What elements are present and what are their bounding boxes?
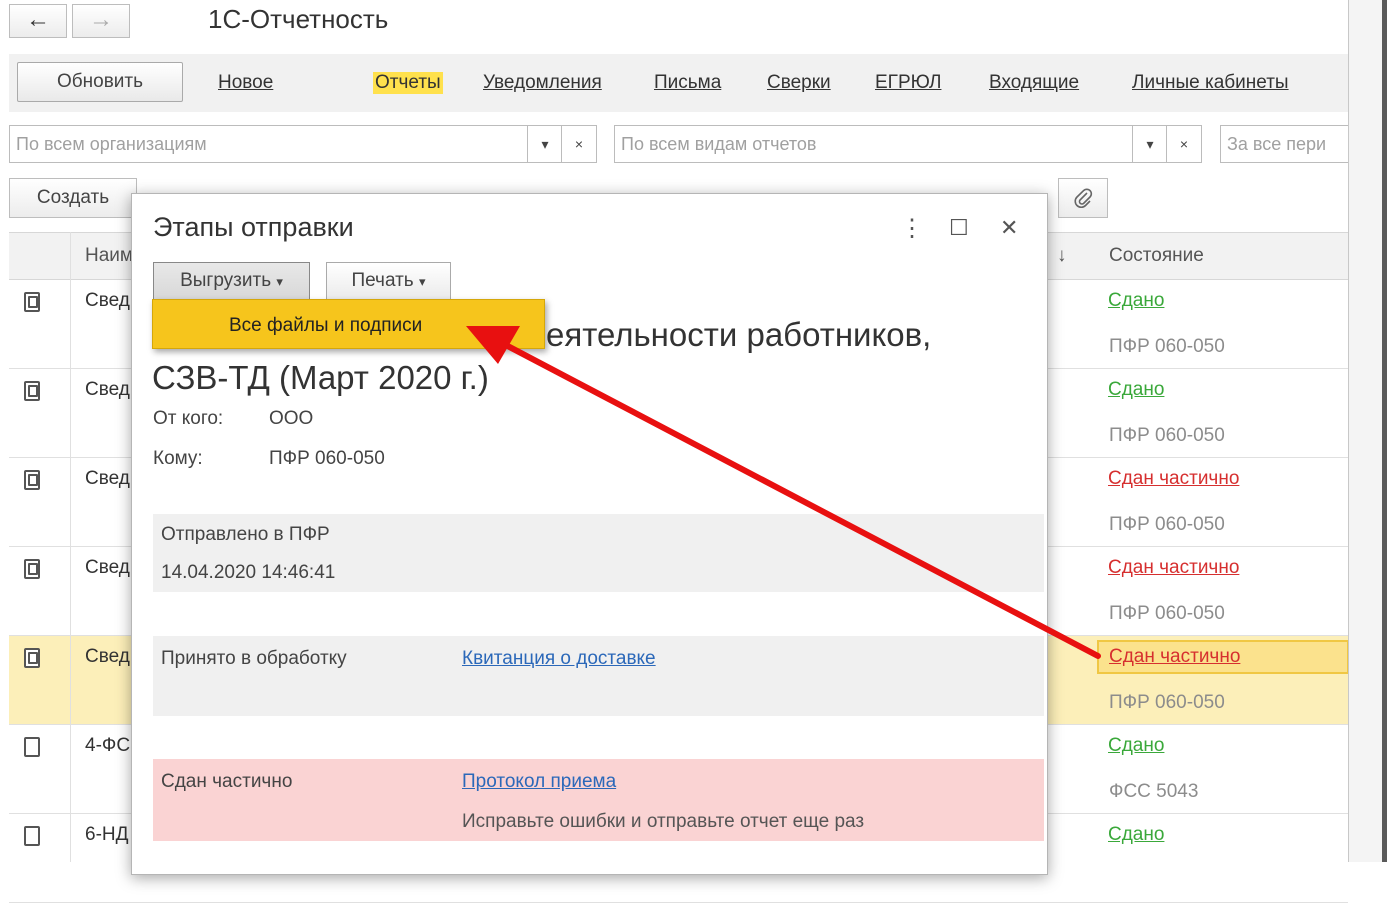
print-label: Печать <box>351 270 414 291</box>
report-name: Свед <box>85 468 130 489</box>
report-name: Свед <box>85 290 130 311</box>
report-type-clear-button[interactable]: × <box>1166 125 1202 163</box>
recipient: ПФР 060-050 <box>1109 692 1225 713</box>
link-reports[interactable]: Отчеты <box>373 72 443 94</box>
org-dropdown-button[interactable]: ▾ <box>527 125 563 163</box>
refresh-button[interactable]: Обновить <box>17 62 183 102</box>
chevron-down-icon: ▾ <box>541 136 549 152</box>
report-name: 6-НД <box>85 824 129 845</box>
close-icon: × <box>574 136 584 152</box>
status-link[interactable]: Сдано <box>1108 824 1164 846</box>
stage-sent-label: Отправлено в ПФР <box>161 524 330 545</box>
stage-sent: Отправлено в ПФР 14.04.2020 14:46:41 <box>153 514 1044 592</box>
more-icon[interactable]: ⋮ <box>900 214 924 243</box>
paperclip-icon <box>1074 188 1093 208</box>
report-name: 4-ФС <box>85 735 131 756</box>
sort-desc-icon[interactable]: ↓ <box>1057 245 1067 267</box>
stage-partial-hint: Исправьте ошибки и отправьте отчет еще р… <box>462 811 865 832</box>
chevron-down-icon: ▾ <box>419 274 426 289</box>
stage-sent-time: 14.04.2020 14:46:41 <box>161 562 336 583</box>
status-link[interactable]: Сдано <box>1108 735 1164 757</box>
send-stages-dialog: Этапы отправки ⋮ ☐ ✕ Выгрузить ▾ Печать … <box>131 193 1048 875</box>
chevron-down-icon: ▾ <box>276 274 283 289</box>
period-filter-input[interactable]: За все пери <box>1220 125 1348 163</box>
status-link[interactable]: Сдан частично <box>1108 557 1239 579</box>
org-clear-button[interactable]: × <box>561 125 597 163</box>
document-icon <box>24 648 40 668</box>
link-reconciliations[interactable]: Сверки <box>767 72 831 94</box>
link-notifications[interactable]: Уведомления <box>483 72 602 94</box>
link-egrul[interactable]: ЕГРЮЛ <box>875 72 941 94</box>
recipient: ФСС 5043 <box>1109 781 1199 802</box>
create-button[interactable]: Создать <box>9 178 137 218</box>
stage-partial: Сдан частично Протокол приема Исправьте … <box>153 759 1044 841</box>
report-name: Свед <box>85 557 130 578</box>
attach-button[interactable] <box>1058 178 1108 218</box>
delivery-receipt-link[interactable]: Квитанция о доставке <box>462 648 656 670</box>
to-value: ПФР 060-050 <box>269 448 385 469</box>
link-personal-cabinets[interactable]: Личные кабинеты <box>1132 72 1289 94</box>
status-link[interactable]: Сдано <box>1108 379 1164 401</box>
report-type-dropdown-button[interactable]: ▾ <box>1132 125 1168 163</box>
back-button[interactable]: ← <box>9 4 67 38</box>
to-label: Кому: <box>153 448 203 469</box>
from-label: От кого: <box>153 408 224 429</box>
report-title-line2: СЗВ-ТД (Март 2020 г.) <box>152 359 489 396</box>
recipient: ПФР 060-050 <box>1109 603 1225 624</box>
report-type-filter-input[interactable]: По всем видам отчетов <box>614 125 1134 163</box>
document-icon <box>24 559 40 579</box>
document-icon <box>24 737 40 757</box>
app-title: 1С-Отчетность <box>208 4 389 34</box>
stage-accepted: Принято в обработку Квитанция о доставке <box>153 636 1044 716</box>
export-dropdown-menu: Все файлы и подписи <box>152 299 545 349</box>
print-button[interactable]: Печать ▾ <box>326 262 451 300</box>
org-filter-input[interactable]: По всем организациям <box>9 125 529 163</box>
document-icon <box>24 292 40 312</box>
status-link-highlighted[interactable]: Сдан частично <box>1097 640 1349 674</box>
maximize-icon[interactable]: ☐ <box>949 215 969 241</box>
arrow-right-icon: → <box>89 6 113 33</box>
report-name: Свед <box>85 646 130 667</box>
stage-partial-label: Сдан частично <box>161 771 293 792</box>
document-icon <box>24 381 40 401</box>
export-button[interactable]: Выгрузить ▾ <box>153 262 310 300</box>
export-label: Выгрузить <box>180 270 272 291</box>
recipient: ПФР 060-050 <box>1109 514 1225 535</box>
acceptance-protocol-link[interactable]: Протокол приема <box>462 771 616 793</box>
document-icon <box>24 470 40 490</box>
stage-accepted-label: Принято в обработку <box>161 648 347 669</box>
close-icon: × <box>1179 136 1189 152</box>
report-title-line1: еятельности работников, <box>546 316 932 353</box>
link-new[interactable]: Новое <box>218 72 273 94</box>
recipient: ПФР 060-050 <box>1109 336 1225 357</box>
column-header-name[interactable]: Наим <box>85 245 133 267</box>
recipient: ПФР 060-050 <box>1109 425 1225 446</box>
document-icon <box>24 826 40 846</box>
status-link[interactable]: Сдано <box>1108 290 1164 312</box>
close-icon[interactable]: ✕ <box>1000 215 1018 241</box>
from-value: ООО <box>269 408 314 429</box>
report-name: Свед <box>85 379 130 400</box>
menu-item-all-files-signatures[interactable]: Все файлы и подписи <box>229 315 422 337</box>
chevron-down-icon: ▾ <box>1146 136 1154 152</box>
column-header-state[interactable]: Состояние <box>1109 245 1204 267</box>
link-letters[interactable]: Письма <box>654 72 721 94</box>
arrow-left-icon: ← <box>26 6 50 33</box>
link-incoming[interactable]: Входящие <box>989 72 1079 94</box>
dialog-title: Этапы отправки <box>153 212 354 242</box>
status-link[interactable]: Сдан частично <box>1108 468 1239 490</box>
column-divider <box>70 232 71 862</box>
window-edge <box>1348 0 1387 862</box>
forward-button[interactable]: → <box>72 4 130 38</box>
